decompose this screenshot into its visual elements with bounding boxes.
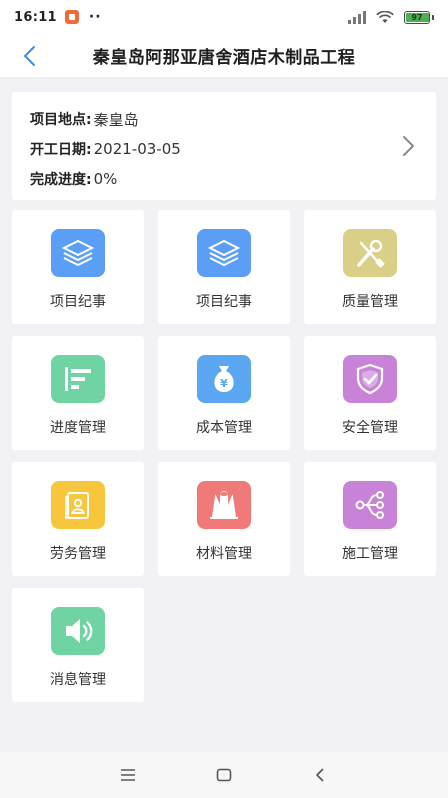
back-button[interactable] — [14, 41, 44, 71]
tile-label: 材料管理 — [196, 546, 252, 562]
tile-label: 成本管理 — [196, 420, 252, 436]
chevron-right-icon[interactable] — [398, 134, 418, 158]
tile-labor[interactable]: 劳务管理 — [12, 462, 144, 576]
home-button[interactable] — [209, 760, 239, 790]
layers-icon — [51, 229, 105, 277]
tile-project-record-1[interactable]: 项目纪事 — [12, 210, 144, 324]
menu-icon — [121, 769, 135, 781]
status-bar: 16:11 ·· 97 — [0, 0, 448, 34]
info-row-progress: 完成进度: 0% — [30, 164, 418, 194]
tile-progress[interactable]: 进度管理 — [12, 336, 144, 450]
chevron-left-icon — [24, 46, 35, 66]
battery-level: 97 — [411, 12, 423, 22]
tile-cost[interactable]: ¥ 成本管理 — [158, 336, 290, 450]
home-square-icon — [216, 768, 232, 782]
menu-button[interactable] — [113, 760, 143, 790]
tile-messages[interactable]: 消息管理 — [12, 588, 144, 702]
progress-label: 完成进度: — [30, 172, 92, 188]
tile-label: 安全管理 — [342, 420, 398, 436]
tools-icon — [343, 229, 397, 277]
tile-label: 项目纪事 — [196, 294, 252, 310]
tile-materials[interactable]: 材料管理 — [158, 462, 290, 576]
start-date-value: 2021-03-05 — [93, 140, 181, 158]
tile-label: 消息管理 — [50, 672, 106, 688]
back-triangle-icon — [316, 768, 324, 782]
info-row-start-date: 开工日期: 2021-03-05 — [30, 134, 418, 164]
tile-label: 进度管理 — [50, 420, 106, 436]
more-notifications-icon: ·· — [88, 9, 102, 25]
progress-bars-icon — [51, 355, 105, 403]
progress-value: 0% — [93, 170, 118, 188]
module-grid: 项目纪事 项目纪事 质量管理 进度管理 ¥ 成本管理 安全管理 劳务管理 材料管… — [12, 210, 436, 702]
tile-project-record-2[interactable]: 项目纪事 — [158, 210, 290, 324]
system-back-button[interactable] — [305, 760, 335, 790]
tile-label: 质量管理 — [342, 294, 398, 310]
id-card-icon — [51, 481, 105, 529]
app-header: 秦皇岛阿那亚唐舍酒店木制品工程 — [0, 34, 448, 78]
svg-text:¥: ¥ — [220, 377, 228, 390]
speaker-icon — [51, 607, 105, 655]
status-time: 16:11 — [14, 9, 57, 25]
info-row-location: 项目地点: 秦皇岛 — [30, 104, 418, 134]
shield-check-icon — [343, 355, 397, 403]
system-navigation-bar — [0, 752, 448, 798]
battery-icon: 97 — [404, 10, 430, 24]
money-bag-icon: ¥ — [197, 355, 251, 403]
location-value: 秦皇岛 — [93, 110, 139, 129]
tile-label: 施工管理 — [342, 546, 398, 562]
location-label: 项目地点: — [30, 112, 92, 128]
page-title: 秦皇岛阿那亚唐舍酒店木制品工程 — [92, 48, 356, 68]
materials-icon — [197, 481, 251, 529]
layers-icon — [197, 229, 251, 277]
tile-quality[interactable]: 质量管理 — [304, 210, 436, 324]
tile-safety[interactable]: 安全管理 — [304, 336, 436, 450]
tile-construction[interactable]: 施工管理 — [304, 462, 436, 576]
project-info-card[interactable]: 项目地点: 秦皇岛 开工日期: 2021-03-05 完成进度: 0% — [12, 92, 436, 200]
start-date-label: 开工日期: — [30, 142, 92, 158]
wifi-icon — [376, 10, 394, 23]
tile-label: 项目纪事 — [50, 294, 106, 310]
branch-icon — [343, 481, 397, 529]
cellular-signal-icon — [348, 10, 366, 24]
notification-icon — [64, 10, 79, 24]
tile-label: 劳务管理 — [50, 546, 106, 562]
